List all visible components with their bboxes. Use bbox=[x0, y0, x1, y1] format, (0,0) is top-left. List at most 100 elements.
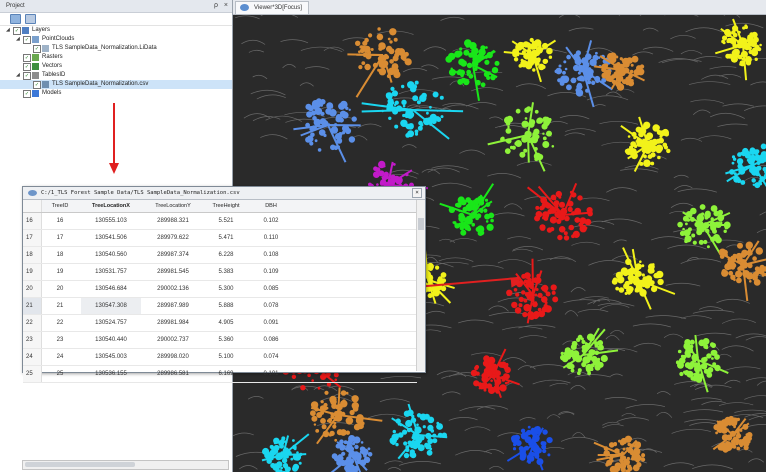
table-cell[interactable]: 130547.308 bbox=[81, 298, 141, 314]
table-cell[interactable]: 289986.581 bbox=[145, 366, 201, 382]
column-header[interactable]: DBH bbox=[251, 200, 291, 212]
table-window-title-bar[interactable]: C:/1_TLS Forest Sample Data/TLS SampleDa… bbox=[23, 187, 425, 200]
table-cell[interactable]: 130536.155 bbox=[81, 366, 141, 382]
table-cell[interactable]: 0.102 bbox=[251, 213, 291, 229]
table-row[interactable]: 22 22 130524.757 289981.984 4.905 0.091 bbox=[23, 315, 417, 332]
viewer-tab[interactable]: Viewer*3D[Focus] bbox=[235, 1, 309, 14]
table-cell[interactable]: 25 bbox=[45, 366, 75, 382]
table-row[interactable]: 18 18 130540.560 289987.374 6.228 0.108 bbox=[23, 247, 417, 264]
layer-checkbox[interactable]: ✓ bbox=[33, 81, 41, 89]
scrollbar-thumb[interactable] bbox=[25, 462, 135, 467]
column-header[interactable]: TreeLocationY bbox=[145, 200, 201, 212]
table-cell[interactable]: 289988.321 bbox=[145, 213, 201, 229]
tree-item[interactable]: ◢ ✓ TablesID bbox=[0, 71, 232, 80]
table-row[interactable]: 20 20 130546.684 290002.136 5.300 0.085 bbox=[23, 281, 417, 298]
row-number[interactable]: 17 bbox=[23, 230, 42, 246]
table-cell[interactable]: 130540.440 bbox=[81, 332, 141, 348]
row-number[interactable]: 19 bbox=[23, 264, 42, 280]
table-row[interactable]: 23 23 130540.440 290002.737 5.360 0.086 bbox=[23, 332, 417, 349]
table-cell[interactable]: 24 bbox=[45, 349, 75, 365]
table-cell[interactable]: 130540.560 bbox=[81, 247, 141, 263]
table-cell[interactable]: 0.085 bbox=[251, 281, 291, 297]
table-cell[interactable]: 130541.506 bbox=[81, 230, 141, 246]
table-cell[interactable]: 290002.737 bbox=[145, 332, 201, 348]
row-number[interactable]: 25 bbox=[23, 366, 42, 382]
tree-item[interactable]: ✓ Rasters bbox=[0, 53, 232, 62]
table-cell[interactable]: 5.100 bbox=[203, 349, 249, 365]
table-cell[interactable]: 289987.989 bbox=[145, 298, 201, 314]
layer-checkbox[interactable]: ✓ bbox=[13, 27, 21, 35]
table-cell[interactable]: 0.109 bbox=[251, 264, 291, 280]
expand-arrow-icon[interactable]: ◢ bbox=[16, 35, 22, 44]
table-row[interactable]: 17 17 130541.506 289979.622 5.471 0.110 bbox=[23, 230, 417, 247]
table-cell[interactable]: 19 bbox=[45, 264, 75, 280]
row-number[interactable]: 20 bbox=[23, 281, 42, 297]
row-number[interactable]: 22 bbox=[23, 315, 42, 331]
column-header[interactable]: TreeID bbox=[45, 200, 75, 212]
table-vertical-scrollbar[interactable] bbox=[416, 200, 425, 371]
table-cell[interactable]: 0.108 bbox=[251, 247, 291, 263]
table-cell[interactable]: 16 bbox=[45, 213, 75, 229]
tree-item[interactable]: ◢ ✓ PointClouds bbox=[0, 35, 232, 44]
scrollbar-thumb[interactable] bbox=[418, 218, 424, 230]
table-cell[interactable]: 0.074 bbox=[251, 349, 291, 365]
table-cell[interactable]: 0.110 bbox=[251, 230, 291, 246]
close-icon[interactable]: × bbox=[224, 0, 228, 12]
row-number[interactable]: 23 bbox=[23, 332, 42, 348]
tree-item[interactable]: ✓ Vectors bbox=[0, 62, 232, 71]
tree-item[interactable]: ✓ TLS SampleData_Normalization.LiData bbox=[0, 44, 232, 53]
table-cell[interactable]: 0.078 bbox=[251, 298, 291, 314]
table-cell[interactable]: 5.888 bbox=[203, 298, 249, 314]
table-cell[interactable]: 6.169 bbox=[203, 366, 249, 382]
table-cell[interactable]: 17 bbox=[45, 230, 75, 246]
panel-horizontal-scrollbar[interactable] bbox=[22, 460, 229, 470]
tree-item[interactable]: ✓ Models bbox=[0, 89, 232, 98]
table-cell[interactable]: 130555.103 bbox=[81, 213, 141, 229]
table-cell[interactable]: 5.471 bbox=[203, 230, 249, 246]
row-number[interactable]: 24 bbox=[23, 349, 42, 365]
table-cell[interactable]: 4.905 bbox=[203, 315, 249, 331]
table-cell[interactable]: 130531.757 bbox=[81, 264, 141, 280]
table-cell[interactable]: 289987.374 bbox=[145, 247, 201, 263]
table-row[interactable]: 16 16 130555.103 289988.321 5.521 0.102 bbox=[23, 213, 417, 230]
table-cell[interactable]: 5.521 bbox=[203, 213, 249, 229]
table-cell[interactable]: 130524.757 bbox=[81, 315, 141, 331]
layer-checkbox[interactable]: ✓ bbox=[23, 63, 31, 71]
remove-layer-icon[interactable] bbox=[24, 14, 36, 24]
column-header[interactable]: TreeHeight bbox=[203, 200, 249, 212]
pin-icon[interactable]: ρ bbox=[214, 0, 218, 12]
tree-item[interactable]: ✓ TLS SampleData_Normalization.csv bbox=[0, 80, 232, 89]
attribute-table-window[interactable]: C:/1_TLS Forest Sample Data/TLS SampleDa… bbox=[22, 186, 426, 383]
table-cell[interactable]: 5.360 bbox=[203, 332, 249, 348]
table-cell[interactable]: 5.383 bbox=[203, 264, 249, 280]
expand-arrow-icon[interactable]: ◢ bbox=[6, 26, 12, 35]
table-row[interactable]: 25 25 130536.155 289986.581 6.169 0.101 bbox=[23, 366, 417, 383]
table-cell[interactable]: 6.228 bbox=[203, 247, 249, 263]
table-cell[interactable]: 20 bbox=[45, 281, 75, 297]
table-cell[interactable]: 290002.136 bbox=[145, 281, 201, 297]
row-number[interactable]: 16 bbox=[23, 213, 42, 229]
add-layer-icon[interactable] bbox=[10, 14, 21, 24]
layer-checkbox[interactable]: ✓ bbox=[23, 36, 31, 44]
expand-arrow-icon[interactable]: ◢ bbox=[16, 71, 22, 80]
table-row[interactable]: 21 21 130547.308 289987.989 5.888 0.078 bbox=[23, 298, 417, 315]
layer-checkbox[interactable]: ✓ bbox=[23, 90, 31, 98]
table-cell[interactable]: 289981.984 bbox=[145, 315, 201, 331]
layer-checkbox[interactable]: ✓ bbox=[23, 54, 31, 62]
table-cell[interactable]: 21 bbox=[45, 298, 75, 314]
row-number[interactable]: 21 bbox=[23, 298, 42, 314]
table-cell[interactable]: 0.101 bbox=[251, 366, 291, 382]
table-row[interactable]: 24 24 130545.003 289998.020 5.100 0.074 bbox=[23, 349, 417, 366]
table-cell[interactable]: 23 bbox=[45, 332, 75, 348]
layer-checkbox[interactable]: ✓ bbox=[23, 72, 31, 80]
table-close-button[interactable]: × bbox=[412, 188, 422, 198]
table-cell[interactable]: 289998.020 bbox=[145, 349, 201, 365]
table-cell[interactable]: 18 bbox=[45, 247, 75, 263]
table-cell[interactable]: 0.091 bbox=[251, 315, 291, 331]
table-cell[interactable]: 130545.003 bbox=[81, 349, 141, 365]
table-cell[interactable]: 5.300 bbox=[203, 281, 249, 297]
row-number[interactable]: 18 bbox=[23, 247, 42, 263]
table-cell[interactable]: 0.086 bbox=[251, 332, 291, 348]
table-row[interactable]: 19 19 130531.757 289981.545 5.383 0.109 bbox=[23, 264, 417, 281]
layer-checkbox[interactable]: ✓ bbox=[33, 45, 41, 53]
